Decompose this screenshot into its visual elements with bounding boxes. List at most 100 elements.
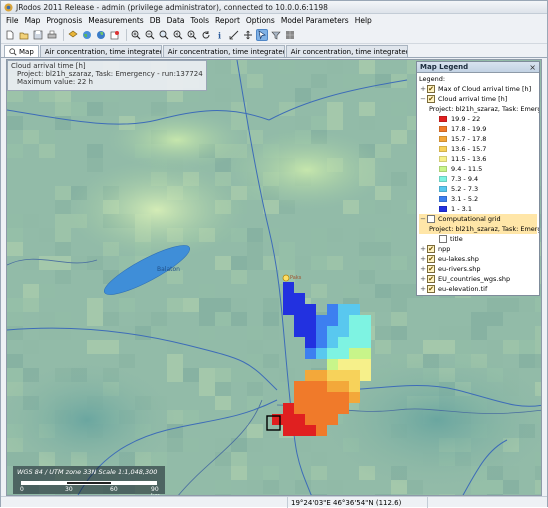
expand-icon[interactable]: + (419, 245, 427, 253)
collapse-icon[interactable]: − (419, 95, 427, 103)
terrain-cell (87, 298, 103, 312)
menu-options[interactable]: Options (243, 16, 278, 25)
terrain-cell (23, 298, 39, 312)
tab-air-concentration-2[interactable]: Air concentration, time integrated n ... (162, 45, 285, 57)
legend-body: Legend: + ✔ Max of Cloud arrival time [h… (417, 73, 539, 295)
checkbox-icon[interactable]: ✔ (427, 285, 435, 293)
terrain-cell (135, 326, 151, 340)
legend-layer-npp[interactable]: + ✔ npp (419, 244, 537, 254)
legend-color-swatch (439, 176, 447, 182)
filter-icon[interactable] (270, 29, 282, 41)
expand-icon[interactable]: + (419, 85, 427, 93)
expand-icon[interactable]: + (419, 265, 427, 273)
layer-add-icon[interactable] (67, 29, 79, 41)
checkbox-icon[interactable]: ✔ (427, 85, 435, 93)
info-project: Project: bl21h_szaraz, Task: Emergency -… (17, 70, 203, 78)
menu-map[interactable]: Map (22, 16, 44, 25)
plume-cell (316, 414, 327, 425)
terrain-cell (55, 312, 71, 326)
layer-label: eu-rivers.shp (438, 265, 481, 273)
tab-map[interactable]: Map (4, 45, 39, 57)
menu-prognosis[interactable]: Prognosis (43, 16, 85, 25)
terrain-cell (311, 284, 327, 298)
scale-tick: 0 (20, 486, 24, 493)
tab-air-concentration-3[interactable]: Air concentration, time integrated n ... (285, 45, 408, 57)
terrain-cell (23, 284, 39, 298)
legend-layer-rivers[interactable]: + ✔ eu-rivers.shp (419, 264, 537, 274)
globe-web-icon[interactable] (95, 29, 107, 41)
plume-cell (338, 315, 349, 326)
terrain-cell (391, 312, 407, 326)
scale-tick: 60 (110, 486, 118, 493)
terrain-cell (247, 340, 263, 354)
globe-icon[interactable] (81, 29, 93, 41)
terrain-cell (55, 228, 71, 242)
menu-measurements[interactable]: Measurements (85, 16, 146, 25)
zoom-in-icon[interactable] (130, 29, 142, 41)
zoom-extent-icon[interactable] (158, 29, 170, 41)
refresh-icon[interactable] (200, 29, 212, 41)
menu-tools[interactable]: Tools (188, 16, 212, 25)
checkbox-icon[interactable]: ✔ (427, 275, 435, 283)
terrain-cell (215, 480, 231, 494)
zoom-out-icon[interactable] (144, 29, 156, 41)
plume-cell (327, 326, 338, 337)
terrain-cell (535, 298, 541, 312)
legend-layer-countries[interactable]: + ✔ EU_countries_wgs.shp (419, 274, 537, 284)
legend-class-item: 9.4 - 11.5 (419, 164, 537, 174)
checkbox-icon[interactable]: ✔ (427, 255, 435, 263)
terrain-cell (375, 228, 391, 242)
map-legend-window[interactable]: Map Legend × Legend: + ✔ Max of Cloud ar… (416, 61, 540, 296)
menu-db[interactable]: DB (147, 16, 164, 25)
scale-tick: 90 km (151, 486, 160, 495)
zoom-next-icon[interactable] (186, 29, 198, 41)
save-icon[interactable] (32, 29, 44, 41)
legend-color-swatch (439, 206, 447, 212)
legend-layer-cloud-arrival[interactable]: − ✔ Cloud arrival time [h] (419, 94, 537, 104)
select-icon[interactable] (256, 29, 268, 41)
measure-icon[interactable] (228, 29, 240, 41)
expand-icon[interactable]: + (419, 285, 427, 293)
checkbox-icon[interactable] (427, 215, 435, 223)
identify-icon[interactable]: i (214, 29, 226, 41)
checkbox-icon[interactable] (439, 235, 447, 243)
legend-layer-elevation[interactable]: + ✔ eu-elevation.tif (419, 284, 537, 294)
menu-data[interactable]: Data (164, 16, 188, 25)
plume-cell (360, 359, 371, 370)
new-icon[interactable] (4, 29, 16, 41)
plume-cell (349, 326, 360, 337)
legend-layer-lakes[interactable]: + ✔ eu-lakes.shp (419, 254, 537, 264)
plume-cell (349, 304, 360, 315)
terrain-cell (55, 256, 71, 270)
pan-icon[interactable] (242, 29, 254, 41)
checkbox-icon[interactable]: ✔ (427, 245, 435, 253)
tab-air-concentration-1[interactable]: Air concentration, time integrated n ... (39, 45, 162, 57)
export-icon[interactable] (109, 29, 121, 41)
print-icon[interactable] (46, 29, 58, 41)
expand-icon[interactable]: + (419, 275, 427, 283)
checkbox-icon[interactable]: ✔ (427, 95, 435, 103)
expand-icon[interactable]: + (419, 255, 427, 263)
open-icon[interactable] (18, 29, 30, 41)
legend-layer-max-arrival[interactable]: + ✔ Max of Cloud arrival time [h] (419, 84, 537, 94)
legend-class-label: 5.2 - 7.3 (451, 185, 479, 193)
menu-report[interactable]: Report (212, 16, 243, 25)
close-icon[interactable]: × (529, 63, 536, 72)
menu-file[interactable]: File (3, 16, 22, 25)
scale-bar-graphic (21, 481, 157, 485)
terrain-cell (375, 284, 391, 298)
terrain-cell (215, 298, 231, 312)
terrain-cell (7, 312, 23, 326)
menu-help[interactable]: Help (352, 16, 375, 25)
zoom-prev-icon[interactable] (172, 29, 184, 41)
checkbox-icon[interactable]: ✔ (427, 265, 435, 273)
tab-label: Air concentration, time integrated n ... (44, 47, 162, 56)
terrain-cell (87, 102, 103, 116)
terrain-cell (359, 102, 375, 116)
grid-icon[interactable] (284, 29, 296, 41)
plume-cell (327, 403, 338, 414)
collapse-icon[interactable]: − (419, 215, 427, 223)
menu-model-parameters[interactable]: Model Parameters (278, 16, 352, 25)
legend-layer-grid[interactable]: − Computational grid (419, 214, 537, 224)
terrain-cell (359, 228, 375, 242)
